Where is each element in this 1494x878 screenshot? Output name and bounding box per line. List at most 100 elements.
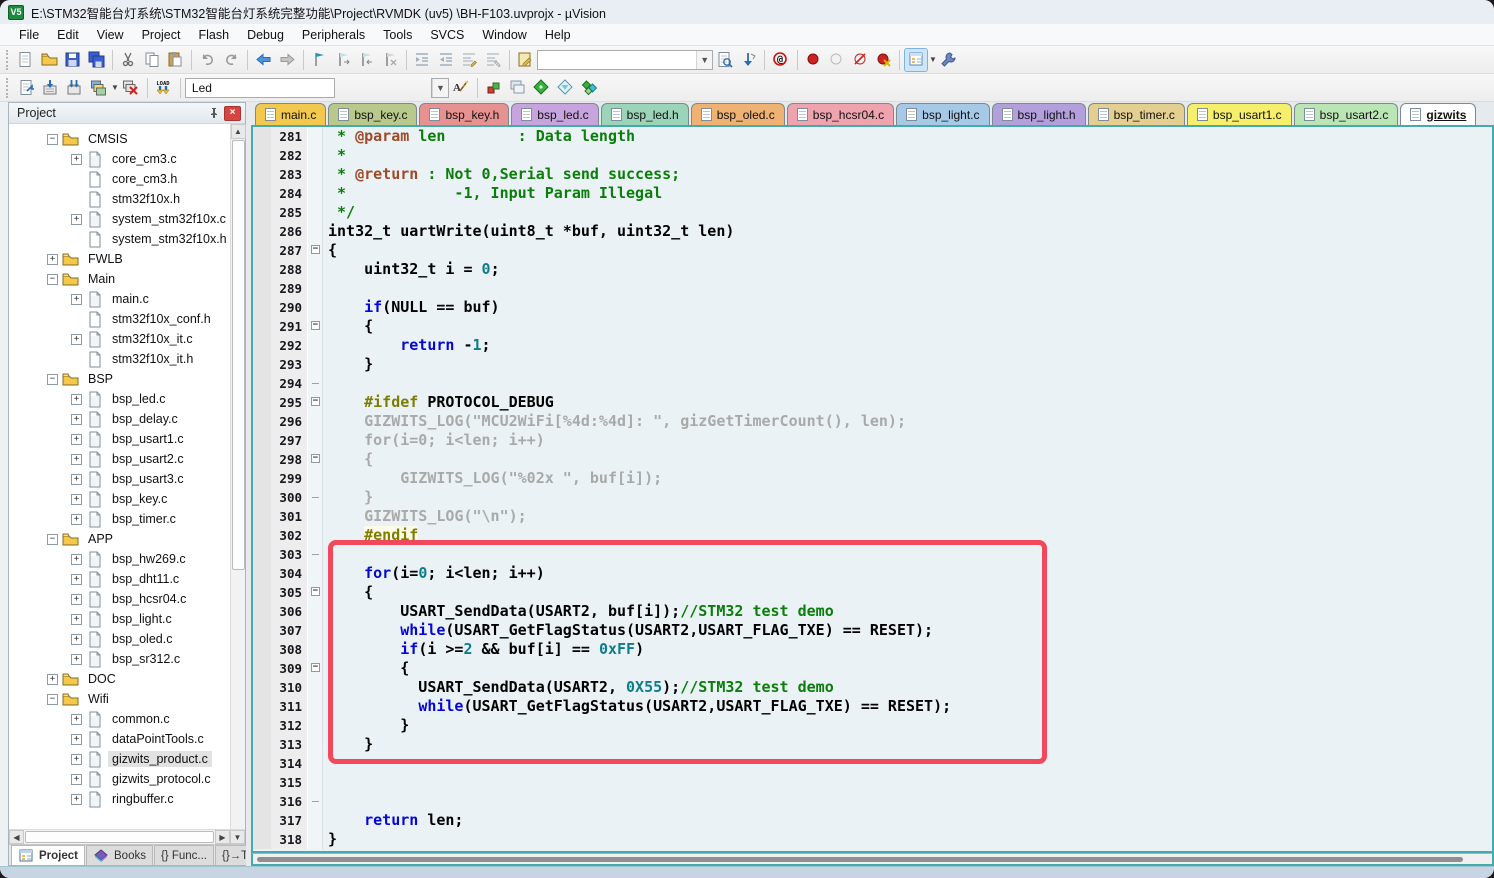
breakpoint-margin[interactable] [253,298,271,317]
menu-help[interactable]: Help [536,26,580,44]
menu-project[interactable]: Project [133,26,190,44]
expand-icon[interactable]: + [71,494,82,505]
expand-icon[interactable]: + [71,334,82,345]
chevron-down-icon[interactable]: ▼ [111,83,119,92]
breakpoint-margin[interactable] [253,773,271,792]
breakpoint-margin[interactable] [253,450,271,469]
redo-icon[interactable] [220,48,243,72]
expand-icon[interactable]: + [71,594,82,605]
menu-svcs[interactable]: SVCS [421,26,473,44]
tree-item-BSP[interactable]: − BSP [9,369,230,389]
select-packs-icon[interactable] [530,76,554,100]
breakpoint-margin[interactable] [253,621,271,640]
expand-icon[interactable]: + [71,634,82,645]
breakpoint-margin[interactable] [253,564,271,583]
editor-tab-bsp_usart2.c[interactable]: bsp_usart2.c [1294,103,1399,125]
breakpoint-margin[interactable] [253,545,271,564]
breakpoint-margin[interactable] [253,127,271,146]
tree-item-APP[interactable]: − APP [9,529,230,549]
wrench-icon[interactable] [937,48,960,72]
breakpoint-margin[interactable] [253,203,271,222]
expand-icon[interactable]: + [71,434,82,445]
breakpoint-margin[interactable] [253,165,271,184]
breakpoint-margin[interactable] [253,526,271,545]
breakpoint-margin[interactable] [253,184,271,203]
breakpoint-margin[interactable] [253,754,271,773]
expand-icon[interactable]: + [71,514,82,525]
collapse-icon[interactable]: − [47,274,58,285]
breakpoint-margin[interactable] [253,469,271,488]
breakpoint-margin[interactable] [253,241,271,260]
tree-item-Wifi[interactable]: − Wifi [9,689,230,709]
breakpoint-margin[interactable] [253,374,271,393]
breakpoint-margin[interactable] [253,393,271,412]
breakpoint-margin[interactable] [253,735,271,754]
open-file-icon[interactable] [37,48,60,72]
tree-item-bsp_key.c[interactable]: + bsp_key.c [9,489,230,509]
expand-icon[interactable]: + [71,454,82,465]
expand-icon[interactable]: + [71,294,82,305]
expand-icon[interactable]: + [47,254,58,265]
load-icon[interactable]: LOAD [152,76,176,100]
scroll-up-icon[interactable]: ▲ [231,124,246,139]
pack-installer-icon[interactable] [554,76,578,100]
search-combobox[interactable]: ▼ [537,50,713,70]
chevron-down-icon[interactable]: ▼ [929,55,937,64]
scroll-left-icon[interactable]: ◀ [9,830,24,844]
at-search-icon[interactable]: @ [769,48,792,72]
editor-tab-bsp_led.h[interactable]: bsp_led.h [601,103,689,125]
breakpoint-margin[interactable] [253,317,271,336]
breakpoint-margin[interactable] [253,716,271,735]
editor-tab-bsp_led.c[interactable]: bsp_led.c [511,103,598,125]
tree-item-gizwits_protocol.c[interactable]: + gizwits_protocol.c [9,769,230,789]
tree-item-DOC[interactable]: + DOC [9,669,230,689]
expand-icon[interactable]: + [71,774,82,785]
scroll-right-icon[interactable]: ▶ [215,830,230,844]
breakpoint-margin[interactable] [253,222,271,241]
editor-tab-bsp_light.c[interactable]: bsp_light.c [896,103,989,125]
breakpoint-disable-all-icon[interactable] [849,48,872,72]
tree-item-bsp_light.c[interactable]: + bsp_light.c [9,609,230,629]
fold-collapse-icon[interactable]: − [311,587,320,596]
breakpoint-margin[interactable] [253,640,271,659]
collapse-icon[interactable]: − [47,534,58,545]
window-toggle-icon[interactable] [904,48,928,72]
chevron-down-icon[interactable]: ▼ [696,51,712,69]
menu-debug[interactable]: Debug [238,26,293,44]
breakpoint-margin[interactable] [253,431,271,450]
new-file-icon[interactable] [14,48,37,72]
tree-item-bsp_dht11.c[interactable]: + bsp_dht11.c [9,569,230,589]
tree-item-ringbuffer.c[interactable]: + ringbuffer.c [9,789,230,809]
project-tree-horizontal-scrollbar[interactable]: ◀ ▶ ▼ [9,829,245,844]
tree-item-Main[interactable]: − Main [9,269,230,289]
tree-item-CMSIS[interactable]: − CMSIS [9,129,230,149]
bookmark-toggle-icon[interactable] [308,48,331,72]
editor-tab-bsp_key.c[interactable]: bsp_key.c [328,103,417,125]
breakpoint-margin[interactable] [253,659,271,678]
expand-icon[interactable]: + [71,794,82,805]
breakpoint-margin[interactable] [253,602,271,621]
breakpoint-margin[interactable] [253,678,271,697]
target-select[interactable]: Led [185,78,335,98]
editor-tab-bsp_usart1.c[interactable]: bsp_usart1.c [1187,103,1292,125]
expand-icon[interactable]: + [71,214,82,225]
build-icon[interactable] [38,76,62,100]
bookmark-prev-icon[interactable] [355,48,378,72]
breakpoint-margin[interactable] [253,583,271,602]
breakpoint-kill-all-icon[interactable] [872,48,895,72]
expand-icon[interactable]: + [71,474,82,485]
target-select-dropdown[interactable]: ▼ [431,78,449,98]
breakpoint-margin[interactable] [253,792,271,811]
menu-view[interactable]: View [88,26,133,44]
tree-item-stm32f10x_it.h[interactable]: stm32f10x_it.h [9,349,230,369]
breakpoint-margin[interactable] [253,279,271,298]
expand-icon[interactable]: + [71,754,82,765]
expand-icon[interactable]: + [71,714,82,725]
tree-item-bsp_usart3.c[interactable]: + bsp_usart3.c [9,469,230,489]
editor-tab-gizwits[interactable]: gizwits [1400,103,1476,125]
expand-icon[interactable]: + [71,734,82,745]
tree-item-gizwits_product.c[interactable]: + gizwits_product.c [9,749,230,769]
bookmark-next-icon[interactable] [332,48,355,72]
options-wand-icon[interactable]: A [449,76,473,100]
translate-icon[interactable] [14,76,38,100]
